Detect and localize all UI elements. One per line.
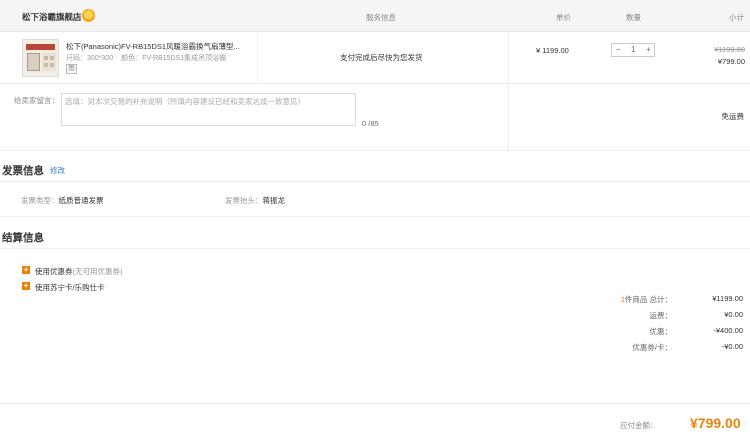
coupon-note: (无可用优惠券) [72, 267, 123, 276]
settlement-section-title: 结算信息 [2, 232, 44, 244]
shipping-fee: 免运费 [721, 112, 745, 121]
summary-discount-label: 优惠： [649, 327, 673, 336]
plus-square-icon[interactable]: + [22, 282, 30, 290]
summary-coupon-value: -¥0.00 [721, 342, 743, 351]
col-service: 服务信息 [366, 13, 396, 22]
card-option[interactable]: 使用苏宁卡/乐购仕卡 [35, 282, 105, 293]
divider [257, 32, 258, 84]
summary-shipping-label: 运费： [649, 311, 673, 320]
original-subtotal: ¥1199.00 [714, 45, 745, 54]
col-qty: 数量 [626, 13, 641, 22]
invoice-type-label: 发票类型： [21, 196, 59, 205]
unit-price: ¥ 1199.00 [536, 46, 569, 55]
spec-color: FV-RB15DS1集成吊顶浴霸 [142, 55, 227, 62]
col-price: 单价 [556, 13, 571, 22]
invoice-header: 发票抬头：蒋振龙 [225, 195, 285, 206]
summary-total-label: 1件商品 总计： [620, 295, 672, 304]
coupon-label[interactable]: 使用优惠券 [35, 267, 73, 276]
message-label: 给卖家留言： [14, 96, 59, 105]
qty-value[interactable]: 1 [631, 45, 635, 54]
spec-color-label: 颜色： [121, 55, 143, 62]
message-char-count: 0 /85 [362, 119, 379, 128]
invoice-header-value: 蒋振龙 [262, 196, 286, 205]
spec-size: 300*300 [87, 55, 114, 62]
spec-size-label: 尺码： [66, 55, 87, 62]
item-subtotal: ¥799.00 [717, 57, 745, 66]
qty-plus-button[interactable]: + [646, 45, 651, 54]
store-header: 松下浴霸旗舰店 服务信息 单价 数量 小计 [0, 0, 750, 32]
product-spec: 尺码：300*300 颜色：FV-RB15DS1集成吊顶浴霸 [66, 53, 226, 63]
summary-shipping-value: ¥0.00 [724, 310, 743, 319]
product-thumbnail[interactable] [22, 39, 59, 77]
plus-square-icon[interactable]: + [22, 266, 30, 274]
pay-total-label: 应付金额： [620, 421, 658, 430]
invoice-type-value: 纸质普通发票 [58, 196, 104, 205]
quantity-stepper[interactable]: − 1 + [611, 43, 655, 57]
summary-total-value: ¥1199.00 [712, 294, 743, 303]
spec-tag: 图 [66, 64, 77, 74]
invoice-section-title: 发票信息 [2, 165, 44, 177]
qty-minus-button[interactable]: − [616, 45, 621, 54]
seller-message-input[interactable]: 选填：对本次交易的补充说明（所填内容建议已经和卖家达成一致意见） [61, 93, 356, 126]
invoice-edit-link[interactable]: 修改 [50, 165, 65, 176]
invoice-header-label: 发票抬头： [225, 196, 263, 205]
col-subtotal: 小计 [729, 13, 744, 22]
shop-name[interactable]: 松下浴霸旗舰店 [22, 11, 82, 23]
pay-total-amount: ¥799.00 [690, 415, 741, 431]
coupon-option[interactable]: 使用优惠券(无可用优惠券) [35, 266, 123, 277]
product-name[interactable]: 松下(Panasonic)FV-RB15DS1风暖浴霸换气扇薄型... [66, 41, 240, 52]
service-info: 支付完成后尽快为您发货 [340, 53, 423, 62]
flagship-badge-icon [82, 9, 95, 22]
invoice-type: 发票类型：纸质普通发票 [21, 195, 104, 206]
summary-coupon-label: 优惠券/卡： [632, 343, 672, 352]
invoice-box [0, 181, 750, 217]
summary-discount-value: -¥400.00 [713, 326, 743, 335]
